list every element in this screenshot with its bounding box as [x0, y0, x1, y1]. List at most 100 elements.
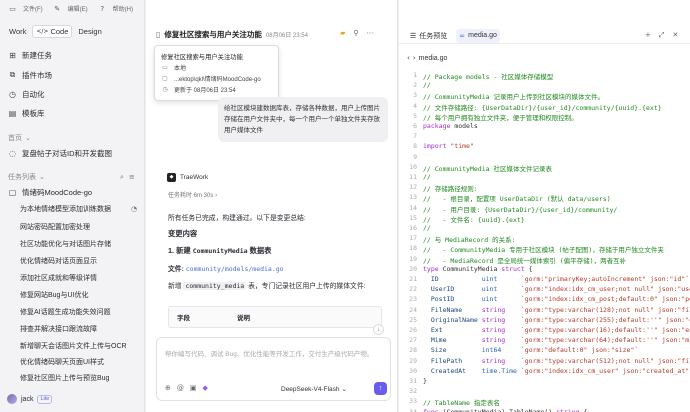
tab-media-go[interactable]: ∞ media.go — [456, 28, 500, 43]
user-profile[interactable]: jack Lite — [7, 394, 53, 404]
file-breadcrumb: ‹ › media.go — [407, 54, 447, 62]
code-line: package models — [423, 122, 478, 130]
folder-icon[interactable]: ▰ — [340, 29, 345, 37]
line-number: 8 — [413, 142, 417, 151]
add-tab-icon[interactable]: + — [645, 31, 651, 40]
chevron-left-icon[interactable]: ‹ — [407, 54, 410, 62]
editor-tools: + ⤢ ✕ — [645, 31, 678, 40]
agent-icon[interactable]: ◆ — [203, 384, 208, 392]
edit-icon: ✎ — [54, 4, 61, 13]
mode-work[interactable]: Work — [6, 25, 29, 38]
input-tools: ⊕ @ ▣ ◆ — [165, 384, 208, 392]
menu-bar: ▭ 文件(F) ✎ 编辑(E) ? 帮助(H) — [8, 4, 137, 14]
line-number: 20 — [409, 264, 417, 273]
task-item[interactable]: 网站密码配置加密处理 — [20, 223, 138, 233]
image-icon[interactable]: ▣ — [190, 384, 197, 392]
attach-icon[interactable]: ⊕ — [165, 384, 171, 392]
link-icon: ∞ — [459, 31, 466, 40]
pin-icon[interactable]: ⚲ — [353, 29, 358, 37]
task-item[interactable]: 修复AI话题生成功能失效问题 — [20, 308, 138, 318]
chat-title[interactable]: 修复社区搜索与用户关注功能 — [164, 29, 262, 40]
line-number: 7 — [413, 132, 417, 141]
filter-icon[interactable]: ≡ — [129, 173, 135, 182]
editor-panel: ☰ 任务预览 ∞ media.go + ⤢ ✕ ‹ › media.go 1// P… — [399, 0, 690, 412]
more-icon[interactable]: ⋯ — [367, 29, 374, 37]
menu-file[interactable]: 文件(F) — [23, 4, 43, 13]
code-line: FilePath string `gorm:"type:varchar(512)… — [430, 356, 690, 365]
popover-path: ▢ ...ektop\qkl\情绪码MoodCode-go — [162, 75, 261, 83]
task-item[interactable]: 添加社区成就和等级详情 — [20, 274, 138, 284]
chat-input[interactable]: 帮你编写代码、调试 Bug、优化性能等开发工作，交付生产级代码产物。 ⊕ @ ▣… — [156, 337, 391, 401]
tab-preview[interactable]: ☰ 任务预览 — [407, 29, 450, 43]
menu-edit[interactable]: 编辑(E) — [68, 4, 88, 13]
plugin-market-item[interactable]: ⧉ 插件市场 — [8, 69, 52, 81]
home-item[interactable]: ◌ 复盘帖子对话ID和开发截图 — [8, 147, 112, 159]
search-icon[interactable]: ⌕ — [120, 173, 124, 182]
sidebar: ▭ 文件(F) ✎ 编辑(E) ? 帮助(H) Work </> Code Des… — [0, 0, 145, 412]
file-icon: ▭ — [9, 4, 16, 13]
line-number: 27 — [409, 336, 417, 345]
expand-icon[interactable]: ⤢ — [659, 31, 665, 40]
task-item[interactable]: 社区功能优化与对话图片存储 — [20, 240, 138, 250]
code-line: // — [423, 173, 431, 181]
file-link[interactable]: community/models/media.go — [186, 265, 284, 273]
elapsed-time[interactable]: 任务耗时 6m 30s › — [168, 190, 217, 199]
line-number: 2 — [413, 81, 417, 90]
chevron-right-icon[interactable]: › — [413, 54, 416, 62]
mode-switch: Work </> Code Design — [6, 25, 105, 38]
code-line: // 与 MediaRecord 的关系: — [423, 236, 516, 245]
task-item[interactable]: 优化情绪码聊天页面UI样式 — [20, 358, 138, 368]
home-section-header[interactable]: 首页 ⌄ — [8, 133, 31, 143]
send-button[interactable]: ↑ — [374, 382, 387, 395]
task-item[interactable]: 修复社区图片上传与预览Bug — [20, 374, 138, 382]
menu-help[interactable]: 帮助(H) — [113, 4, 133, 13]
code-view[interactable]: 1 // Package models - 社区媒体存储模型 2 // 3 // Comm… — [399, 71, 690, 412]
sidebar-toggle-icon[interactable]: ▯ — [156, 30, 160, 39]
model-select[interactable]: DeepSeek-V4-Flash ⌄ — [281, 385, 347, 393]
line-number: 12 — [409, 183, 417, 192]
user-name: jack — [21, 395, 34, 403]
clock-icon: ◷ — [162, 86, 168, 93]
code-line: // 文件存储路径: {UserDataDir}/{user_id}/commu… — [423, 103, 662, 112]
folder-icon: ▢ — [162, 75, 168, 82]
close-icon[interactable]: ✕ — [672, 31, 678, 40]
line-number: 17 — [409, 234, 417, 243]
task-item[interactable]: 为本地情绪模型添加训练数据 — [20, 205, 138, 215]
code-line: import "time" — [423, 142, 474, 151]
line-number: 6 — [413, 122, 417, 130]
table-header: 说明 — [237, 315, 250, 322]
folder-icon: ▢ — [8, 187, 17, 197]
line-number: 34 — [409, 407, 417, 412]
code-line: // - 文件名: {uuid}.{ext} — [423, 215, 525, 224]
task-item[interactable]: 排查并解决接口跟流故障 — [20, 325, 138, 335]
line-number: 5 — [413, 111, 417, 120]
line-number: 21 — [409, 275, 417, 283]
code-line: // - MediaRecord 是全局统一媒体索引 (偏平存储)，两者互补 — [423, 256, 627, 265]
puzzle-icon: ⧉ — [9, 70, 16, 79]
task-item[interactable]: 优化情绪码对话页面显示 — [20, 257, 138, 267]
line-number: 13 — [409, 193, 417, 202]
line-number: 18 — [409, 244, 417, 253]
task-item[interactable]: 修复网站Bug与UI优化 — [20, 291, 138, 301]
code-line: Ext string `gorm:"type:varchar(16);defau… — [430, 326, 690, 334]
code-line: // 存储路径规则: — [423, 185, 478, 194]
code-line: // - 用户目录: {UserDataDir}/{user_id}/commu… — [423, 205, 618, 214]
mode-code[interactable]: </> Code — [32, 25, 73, 38]
new-task-item[interactable]: ⊞ 新建任务 — [8, 49, 52, 61]
task-group[interactable]: ▢ 情绪码MoodCode-go — [8, 186, 92, 198]
at-icon[interactable]: @ — [177, 384, 184, 392]
chat-header: ▯ 修复社区搜索与用户关注功能 08月06日 23:54 — [156, 29, 308, 40]
plan-badge: Lite — [37, 394, 53, 404]
code-line: // — [423, 224, 431, 232]
tasklist-section-header[interactable]: 任务列表 ⌄ ⌕ ≡ — [8, 172, 135, 182]
templates-item[interactable]: ▤ 模板库 — [8, 107, 45, 119]
chevron-down-icon: ⌄ — [341, 385, 347, 393]
mode-design[interactable]: Design — [75, 25, 104, 38]
code-line: // - 根目录，配置项 UserDataDir (默认 data/users) — [423, 195, 611, 204]
task-item[interactable]: 新增聊天会话图片文件上传与OCR — [20, 342, 138, 352]
scroll-down-button[interactable]: ↓ — [373, 324, 384, 335]
task-info-popover: 修复社区搜索与用户关注功能 ▭ 本地 ▢ ...ektop\qkl\情绪码MoodC… — [154, 45, 279, 101]
done-text: 所有任务已完成，构建通过。以下是变更总结: — [168, 215, 306, 222]
ai-avatar: ◆ — [167, 173, 176, 182]
automation-item[interactable]: ◷ 自动化 — [8, 88, 45, 100]
